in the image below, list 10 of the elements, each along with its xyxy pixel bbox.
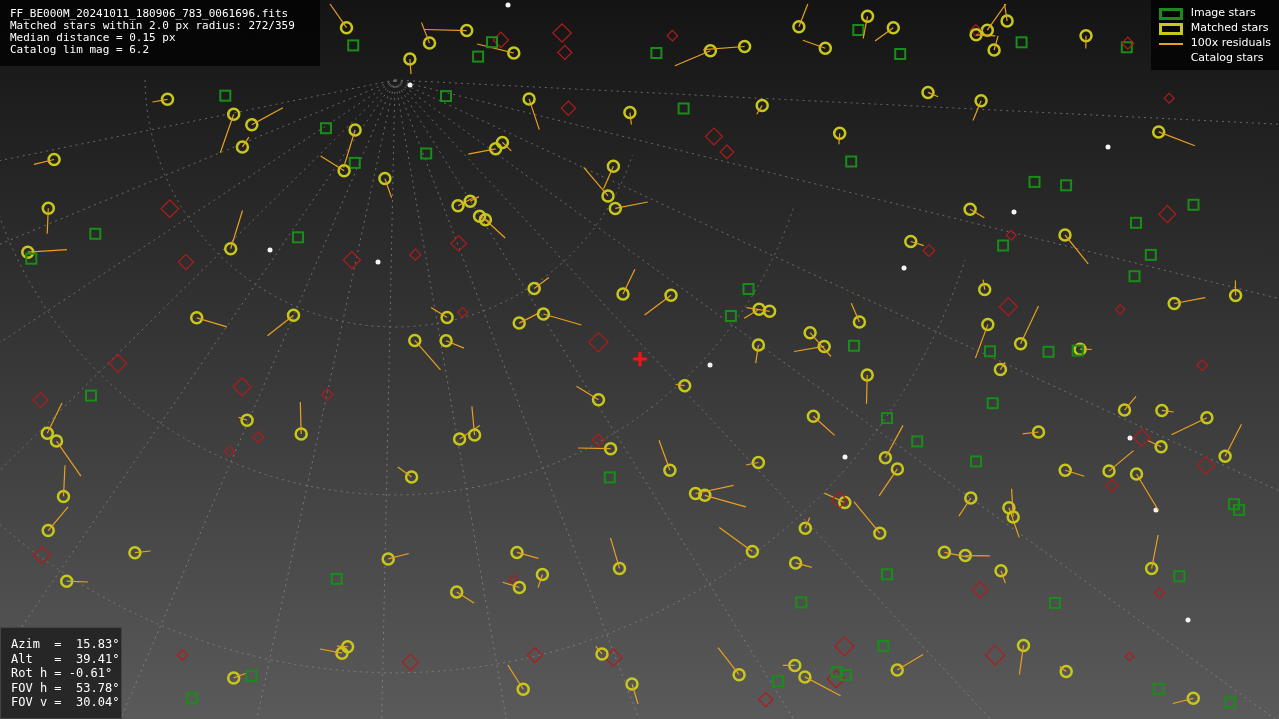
info-text: Catalog lim mag = 6.2 — [10, 44, 151, 56]
center-cross-icon — [631, 350, 649, 368]
info-text: Matched stars within 2.0 px radius: 272/359 — [10, 20, 296, 32]
legend-label: 100x residuals — [1190, 35, 1271, 52]
legend-label: Matched stars — [1190, 20, 1269, 37]
info-text: Median distance = 0.15 px — [10, 32, 177, 44]
legend-label: Catalog stars — [1190, 50, 1264, 67]
info-text: FF_BE000M_20241011_180906_783_0061696.fits — [10, 8, 290, 20]
pointing-text: Rot h = -0.61° — [11, 666, 114, 681]
legend-label: Image stars — [1190, 5, 1256, 22]
